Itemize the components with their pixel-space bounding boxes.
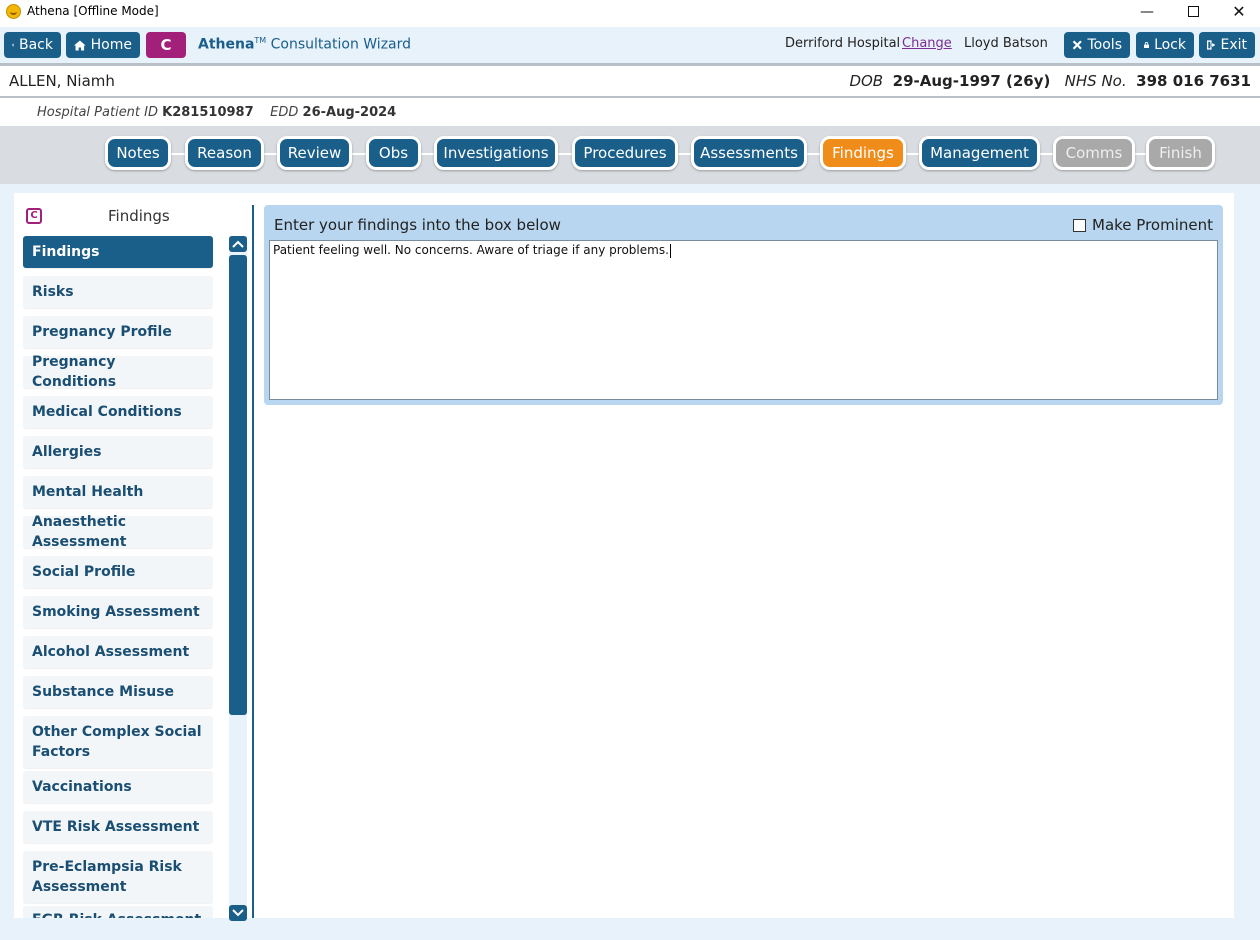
sidebar-divider — [252, 205, 254, 918]
edd-label: EDD — [270, 105, 299, 120]
exit-icon — [1207, 40, 1216, 50]
sidebar-scroll-thumb[interactable] — [229, 255, 247, 715]
sidebar-item-allergies[interactable]: Allergies — [23, 436, 213, 468]
athena-app-icon — [6, 4, 21, 19]
hospital-name: Derriford Hospital — [785, 36, 901, 51]
step-obs[interactable]: Obs — [366, 136, 421, 170]
step-finish[interactable]: Finish — [1146, 136, 1215, 170]
c-app-button[interactable]: C — [146, 32, 186, 58]
close-window-button[interactable]: ✕ — [1216, 0, 1260, 24]
sidebar-item-medical-conditions[interactable]: Medical Conditions — [23, 396, 213, 428]
sidebar-item-alcohol-assessment[interactable]: Alcohol Assessment — [23, 636, 213, 668]
c-logo-icon: C — [26, 208, 42, 224]
dob-label: DOB — [849, 72, 884, 90]
sidebar-item-other-complex-social-factors[interactable]: Other Complex Social Factors — [23, 716, 213, 768]
step-management[interactable]: Management — [919, 136, 1040, 170]
sidebar-item-smoking-assessment[interactable]: Smoking Assessment — [23, 596, 213, 628]
step-assessments[interactable]: Assessments — [691, 136, 807, 170]
nhs-label: NHS No. — [1064, 72, 1127, 90]
findings-instruction: Enter your findings into the box below — [274, 216, 561, 234]
tools-icon — [1072, 40, 1082, 50]
step-notes[interactable]: Notes — [105, 136, 171, 170]
sidebar-item-pre-eclampsia-risk-assessment[interactable]: Pre-Eclampsia Risk Assessment — [23, 851, 213, 903]
sidebar-item-risks[interactable]: Risks — [23, 276, 213, 308]
findings-panel: Enter your findings into the box below M… — [264, 205, 1223, 405]
wizard-step-nav: Notes Reason Review Obs Investigations P… — [0, 126, 1260, 184]
make-prominent-toggle[interactable]: Make Prominent — [1073, 216, 1213, 234]
sidebar-item-social-profile[interactable]: Social Profile — [23, 556, 213, 588]
make-prominent-checkbox[interactable] — [1073, 218, 1087, 232]
make-prominent-label: Make Prominent — [1092, 216, 1213, 234]
lock-icon — [1144, 42, 1150, 48]
lock-button[interactable]: Lock — [1136, 32, 1194, 58]
patient-id-bar: Hospital Patient ID K281510987 EDD 26-Au… — [0, 98, 1260, 126]
text-caret — [669, 243, 671, 258]
step-investigations[interactable]: Investigations — [434, 136, 558, 170]
scroll-up-button[interactable] — [229, 236, 247, 252]
chevron-up-icon — [232, 240, 244, 248]
patient-identifiers: DOB 29-Aug-1997 (26y) NHS No. 398 016 76… — [849, 72, 1251, 90]
sidebar-item-substance-misuse[interactable]: Substance Misuse — [23, 676, 213, 708]
sidebar-item-vaccinations[interactable]: Vaccinations — [23, 771, 213, 803]
main-toolbar: Back Home C AthenaTM Consultation Wizard… — [0, 27, 1260, 63]
patient-banner: ALLEN, Niamh DOB 29-Aug-1997 (26y) NHS N… — [0, 66, 1260, 96]
step-procedures[interactable]: Procedures — [572, 136, 678, 170]
step-findings[interactable]: Findings — [820, 136, 906, 170]
step-review[interactable]: Review — [277, 136, 352, 170]
sidebar-item-mental-health[interactable]: Mental Health — [23, 476, 213, 508]
sidebar-item-pregnancy-profile[interactable]: Pregnancy Profile — [23, 316, 213, 348]
sidebar-item-findings[interactable]: Findings — [23, 236, 213, 268]
change-hospital-link[interactable]: Change — [902, 36, 952, 51]
dob-value: 29-Aug-1997 (26y) — [892, 72, 1051, 90]
hospital-id-value: K281510987 — [162, 105, 254, 120]
user-name: Lloyd Batson — [964, 36, 1048, 51]
chevron-down-icon — [232, 909, 244, 917]
window-title-bar: Athena [Offline Mode] — ✕ — [0, 0, 1260, 24]
back-button[interactable]: Back — [4, 32, 61, 58]
chevron-left-icon — [12, 43, 14, 47]
window-title: Athena [Offline Mode] — [27, 4, 159, 18]
sidebar-item-pregnancy-conditions[interactable]: Pregnancy Conditions — [23, 354, 213, 390]
sidebar-item-anaesthetic-assessment[interactable]: Anaesthetic Assessment — [23, 514, 213, 550]
scroll-down-button[interactable] — [229, 905, 247, 921]
sidebar-item-vte-risk-assessment[interactable]: VTE Risk Assessment — [23, 811, 213, 843]
findings-text-value: Patient feeling well. No concerns. Aware… — [273, 243, 669, 257]
minimize-button[interactable]: — — [1124, 0, 1170, 24]
home-button[interactable]: Home — [66, 32, 140, 58]
sidebar-item-fgr-risk-assessment[interactable]: FGR Risk Assessment — [23, 906, 213, 918]
hospital-id-label: Hospital Patient ID — [37, 105, 158, 120]
home-icon — [74, 39, 86, 51]
sidebar-header: C Findings — [24, 206, 214, 228]
sidebar-title: Findings — [108, 207, 170, 225]
exit-button[interactable]: Exit — [1199, 32, 1255, 58]
tools-button[interactable]: Tools — [1064, 32, 1130, 58]
patient-name: ALLEN, Niamh — [9, 72, 115, 90]
nhs-value: 398 016 7631 — [1136, 72, 1251, 90]
findings-textarea[interactable]: Patient feeling well. No concerns. Aware… — [269, 240, 1218, 400]
wizard-title: AthenaTM Consultation Wizard — [198, 36, 412, 53]
step-reason[interactable]: Reason — [185, 136, 264, 170]
sidebar-list: Findings Risks Pregnancy Profile Pregnan… — [23, 236, 213, 918]
step-comms[interactable]: Comms — [1053, 136, 1135, 170]
edd-value: 26-Aug-2024 — [302, 105, 397, 120]
maximize-button[interactable] — [1170, 0, 1216, 24]
